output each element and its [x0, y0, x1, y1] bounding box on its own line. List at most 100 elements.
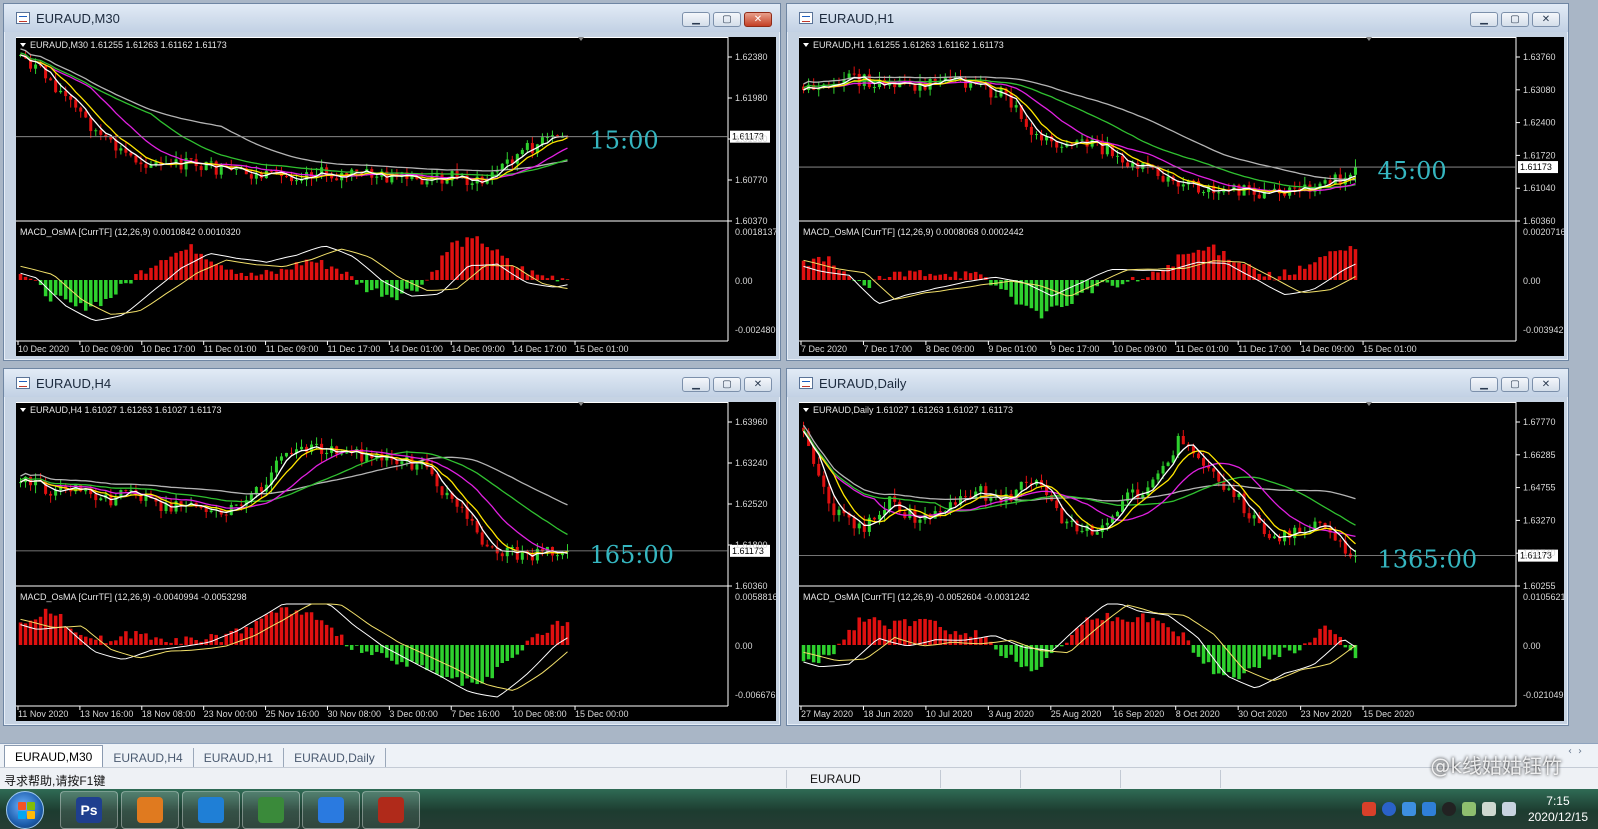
chart-area[interactable]: 1.61173 45:00 EURAUD,H1 1.61255 1.61263 1.…: [799, 37, 1564, 356]
signal-icon[interactable]: [1481, 802, 1496, 816]
macd-tick-label: 0.00: [735, 641, 753, 651]
candle-body: [440, 486, 444, 496]
macd-histogram-bar: [149, 267, 153, 280]
candle-body: [355, 169, 359, 172]
macd-histogram-bar: [530, 637, 535, 645]
time-tick-label: 16 Sep 2020: [1113, 709, 1164, 719]
macd-histogram-bar: [1105, 280, 1110, 283]
macd-histogram-bar: [515, 645, 520, 655]
network-icon[interactable]: [1461, 802, 1476, 816]
close-button[interactable]: ✕: [744, 12, 772, 27]
macd-histogram-bar: [279, 607, 284, 645]
shift-marker-icon[interactable]: [1366, 37, 1372, 41]
taskbar-app-button[interactable]: Ps: [60, 791, 118, 829]
chart-area[interactable]: 1.61173 1365:00 EURAUD,Daily 1.61027 1.612…: [799, 402, 1564, 721]
taskbar-app-button[interactable]: [302, 791, 360, 829]
candle-body: [1293, 527, 1297, 539]
macd-histogram-bar: [1348, 246, 1353, 280]
macd-histogram-bar: [370, 645, 374, 656]
window-title-bar[interactable]: EURAUD,M30 ▁ ▢ ✕: [4, 4, 780, 32]
macd-histogram-bar: [550, 275, 555, 280]
tab-euraud-m30[interactable]: EURAUD,M30: [4, 745, 104, 767]
shift-marker-icon[interactable]: [1366, 402, 1372, 406]
chart-window-m30[interactable]: EURAUD,M30 ▁ ▢ ✕ 1.61173 15:00 EURAUD,M30 …: [3, 3, 781, 361]
collapse-triangle-icon[interactable]: [20, 43, 26, 47]
macd-histogram-bar: [174, 638, 178, 645]
time-tick-label: 14 Dec 01:00: [389, 344, 443, 354]
minimize-button[interactable]: ▁: [1470, 12, 1498, 27]
close-button[interactable]: ✕: [1532, 12, 1560, 27]
collapse-triangle-icon[interactable]: [803, 43, 809, 47]
time-tick-label: 10 Dec 09:00: [80, 344, 134, 354]
macd-histogram-bar: [28, 278, 33, 280]
candle-body: [1257, 194, 1261, 199]
macd-histogram-bar: [550, 624, 555, 645]
chart-window-h1[interactable]: EURAUD,H1 ▁ ▢ ✕ 1.61173 45:00 EURAUD,H1 1.…: [786, 3, 1569, 361]
tab-scroll-arrows-icon[interactable]: ‹›: [1568, 746, 1588, 757]
help-icon[interactable]: [1381, 802, 1396, 816]
shift-marker-icon[interactable]: [578, 37, 584, 41]
macd-histogram-bar: [294, 610, 299, 645]
price-tick-label: 1.62380: [735, 52, 768, 62]
tray-app-icon[interactable]: [1401, 802, 1416, 816]
macd-histogram-bar: [405, 645, 409, 667]
macd-histogram-bar: [1338, 250, 1343, 280]
candle-body: [1323, 180, 1327, 184]
macd-histogram-bar: [1272, 645, 1277, 655]
candle-body: [1222, 481, 1226, 490]
candle-body: [274, 460, 278, 473]
collapse-triangle-icon[interactable]: [803, 408, 809, 412]
chart-window-h4[interactable]: EURAUD,H4 ▁ ▢ ✕ 1.61173 165:00 EURAUD,H4 1…: [3, 368, 781, 726]
macd-histogram-bar: [229, 269, 234, 280]
macd-histogram-bar: [1262, 645, 1267, 657]
maximize-button[interactable]: ▢: [1501, 377, 1529, 392]
tab-euraud-h1[interactable]: EURAUD,H1: [194, 748, 285, 767]
taskbar-app-button[interactable]: [121, 791, 179, 829]
macd-histogram-bar: [239, 633, 244, 645]
time-tick-label: 11 Nov 2020: [18, 709, 68, 719]
window-title-bar[interactable]: EURAUD,Daily ▁ ▢ ✕: [787, 369, 1568, 397]
taskbar-app-button[interactable]: [362, 791, 420, 829]
maximize-button[interactable]: ▢: [713, 12, 741, 27]
candle-body: [189, 158, 193, 160]
minimize-button[interactable]: ▁: [682, 377, 710, 392]
qq-icon[interactable]: [1441, 802, 1456, 816]
candle-body: [34, 64, 38, 69]
minimize-button[interactable]: ▁: [1470, 377, 1498, 392]
collapse-triangle-icon[interactable]: [20, 408, 26, 412]
candle-body: [822, 475, 826, 487]
ime-icon[interactable]: [1361, 802, 1376, 816]
start-button-icon[interactable]: [6, 791, 44, 829]
time-tick-label: 10 Dec 08:00: [513, 709, 567, 719]
macd-histogram-bar: [1120, 280, 1125, 285]
window-title-bar[interactable]: EURAUD,H4 ▁ ▢ ✕: [4, 369, 780, 397]
macd-histogram-bar: [1014, 645, 1018, 662]
candle-body: [159, 501, 163, 512]
macd-histogram-bar: [877, 275, 882, 280]
maximize-button[interactable]: ▢: [1501, 12, 1529, 27]
volume-icon[interactable]: [1501, 802, 1516, 816]
chart-area[interactable]: 1.61173 15:00 EURAUD,M30 1.61255 1.61263 1…: [16, 37, 776, 356]
chart-window-daily[interactable]: EURAUD,Daily ▁ ▢ ✕ 1.61173 1365:00 EURAUD,…: [786, 368, 1569, 726]
macd-histogram-bar: [973, 271, 978, 280]
macd-histogram-bar: [806, 645, 811, 660]
minimize-button[interactable]: ▁: [682, 12, 710, 27]
shield-icon[interactable]: [1421, 802, 1436, 816]
close-button[interactable]: ✕: [744, 377, 772, 392]
close-button[interactable]: ✕: [1532, 377, 1560, 392]
macd-histogram-bar: [354, 280, 359, 285]
macd-histogram-bar: [1161, 623, 1165, 645]
taskbar-app-button[interactable]: [182, 791, 240, 829]
chart-area[interactable]: 1.61173 165:00 EURAUD,H4 1.61027 1.61263 1…: [16, 402, 776, 721]
macd-histogram-bar: [505, 645, 510, 662]
macd-histogram-bar: [154, 637, 158, 645]
window-title-bar[interactable]: EURAUD,H1 ▁ ▢ ✕: [787, 4, 1568, 32]
tab-euraud-daily[interactable]: EURAUD,Daily: [284, 748, 386, 767]
tab-euraud-h4[interactable]: EURAUD,H4: [103, 748, 194, 767]
maximize-button[interactable]: ▢: [713, 377, 741, 392]
macd-histogram-bar: [274, 273, 279, 280]
shift-marker-icon[interactable]: [578, 402, 584, 406]
taskbar-app-button[interactable]: [242, 791, 300, 829]
clock[interactable]: 7:15 2020/12/15: [1528, 793, 1588, 825]
symbol-ohlc-header: EURAUD,M30 1.61255 1.61263 1.61162 1.611…: [30, 40, 227, 50]
